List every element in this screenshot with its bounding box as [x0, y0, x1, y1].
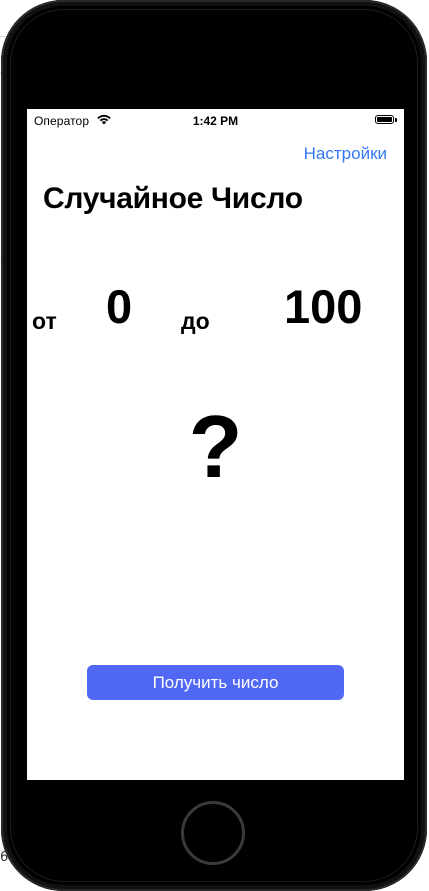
range-to-value: 100	[284, 280, 363, 333]
get-number-button[interactable]: Получить число	[87, 665, 344, 700]
app-screen: Оператор 1:42 PM Настройки Случайное Чис…	[27, 109, 404, 780]
status-time: 1:42 PM	[192, 114, 239, 128]
corner-digit: 6	[0, 850, 9, 865]
random-number-result: ?	[188, 397, 243, 496]
page-title: Случайное Число	[43, 182, 303, 215]
range-from-label: от	[32, 308, 57, 334]
status-bar: Оператор 1:42 PM	[27, 109, 404, 131]
range-from-value: 0	[106, 280, 133, 333]
range-to-label: до	[181, 308, 210, 334]
battery-tip	[395, 118, 397, 122]
battery-level	[377, 117, 392, 122]
settings-button[interactable]: Настройки	[304, 144, 387, 164]
home-button[interactable]	[181, 801, 245, 865]
battery-icon	[375, 115, 394, 124]
